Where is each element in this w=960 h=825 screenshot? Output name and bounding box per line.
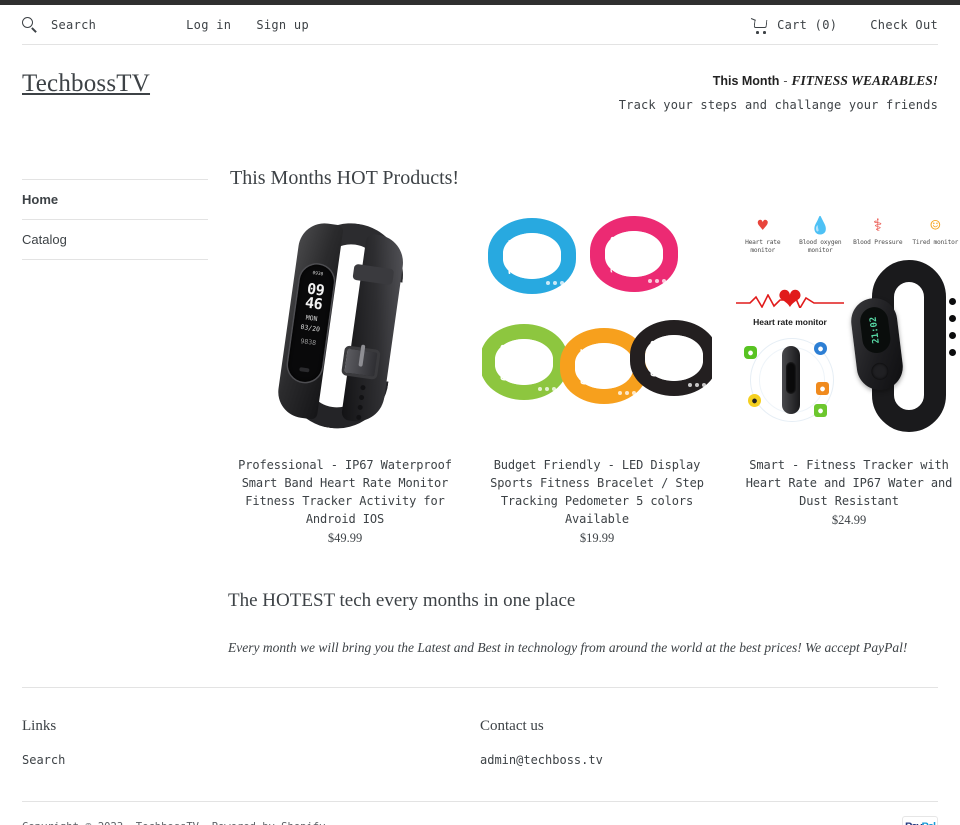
- search-link[interactable]: Search: [51, 18, 96, 32]
- feature-icon-row: ♥ Heart rate monitor 💧 Blood oxygen moni…: [734, 216, 960, 255]
- promo-dash: -: [783, 74, 788, 88]
- footer-contact-column: Contact us admin@techboss.tv: [480, 718, 938, 767]
- camera-app-icon: ●: [816, 381, 829, 395]
- features-infographic: ♥ Heart rate monitor 💧 Blood oxygen moni…: [734, 212, 960, 438]
- black-smart-band-illustration: 21:02: [848, 259, 960, 432]
- utility-bar-right: Cart (0) Check Out: [750, 5, 938, 44]
- bracelet-green: 09:22: [482, 323, 568, 400]
- feature-blood-oxygen-label: Blood oxygen monitor: [799, 238, 842, 254]
- bracelet-blue-display: 12:31: [506, 236, 520, 275]
- shopping-cart-icon[interactable]: [750, 17, 768, 34]
- ecg-label: Heart rate monitor: [753, 316, 827, 327]
- bracelet-pink-display: 23:52: [608, 234, 622, 273]
- sidebar-item-catalog[interactable]: Catalog: [22, 218, 208, 260]
- site-footer: Links Search Contact us admin@techboss.t…: [0, 688, 960, 767]
- footer-links-column: Links Search: [22, 718, 480, 767]
- promo-emphasis-text: FITNESS WEARABLES!: [791, 73, 938, 88]
- band-display: 21:02: [858, 305, 892, 355]
- product-card-2[interactable]: 12:31 23:52 09:22 05:55 08:22 Budget Fri…: [482, 211, 712, 546]
- feature-tired-monitor-label: Tired monitor: [912, 238, 959, 246]
- footer-contact-heading: Contact us: [480, 717, 544, 734]
- sidebar-item-home[interactable]: Home: [22, 178, 208, 219]
- blood-drop-icon: 💧: [809, 215, 831, 236]
- feature-blood-pressure: ⚕ Blood Pressure: [849, 216, 907, 255]
- main-column: This Months HOT Products! 0930 09 46 MON…: [208, 149, 960, 546]
- product-image-2[interactable]: 12:31 23:52 09:22 05:55 08:22: [482, 211, 712, 438]
- checkout-link[interactable]: Check Out: [870, 18, 938, 32]
- band-display-time: 21:02: [868, 315, 882, 344]
- app-connectivity-graphic: ● ● ● ● ●: [740, 332, 840, 430]
- site-logo[interactable]: TechbossTV: [22, 71, 150, 96]
- chat-app-icon: ●: [744, 345, 757, 359]
- richtext-section: The HOTEST tech every months in one plac…: [0, 546, 960, 656]
- band-touch-button: [870, 361, 890, 381]
- ecg-waveform-icon: [736, 293, 844, 308]
- product-title-3[interactable]: Smart - Fitness Tracker with Heart Rate …: [734, 456, 960, 510]
- product-price-2: $19.99: [579, 530, 615, 545]
- copyright-text: Copyright © 2023, TechbossTV. Powered by…: [22, 821, 325, 825]
- masthead: TechbossTV This Month - FITNESS WEARABLES!…: [0, 45, 960, 139]
- feature-blood-pressure-label: Blood Pressure: [853, 238, 903, 246]
- product-card-1[interactable]: 0930 09 46 MON 03/20 9838 Professional - …: [230, 211, 460, 546]
- product-title-2[interactable]: Budget Friendly - LED Display Sports Fit…: [482, 456, 712, 528]
- login-link[interactable]: Log in: [186, 18, 231, 32]
- smiley-face-icon: ☺: [930, 215, 941, 236]
- paypal-icon: PayPal: [902, 815, 938, 825]
- promo-strong-text: This Month: [712, 74, 780, 88]
- product-price-3: $24.99: [831, 512, 867, 527]
- product-price-1: $49.99: [327, 530, 363, 545]
- feature-heart-rate: ♥ Heart rate monitor: [734, 216, 792, 255]
- utility-bar-left: Search Log in Sign up: [22, 17, 309, 33]
- page-title: This Months HOT Products!: [230, 166, 460, 189]
- browser-app-icon: ●: [814, 341, 827, 355]
- paypal-label-pay: Pay: [905, 821, 923, 825]
- band-screen-status: 0930: [312, 270, 324, 277]
- feature-heart-rate-label: Heart rate monitor: [745, 238, 781, 254]
- ecg-heart-graphic: ❤ Heart rate monitor: [736, 276, 844, 327]
- utility-bar: Search Log in Sign up Cart (0) Check Out: [0, 5, 960, 44]
- product-grid: 0930 09 46 MON 03/20 9838 Professional - …: [230, 211, 960, 546]
- bracelet-black: 08:22: [630, 319, 712, 396]
- bracelet-green-display: 09:22: [498, 342, 512, 381]
- product-image-1[interactable]: 0930 09 46 MON 03/20 9838: [230, 211, 460, 438]
- product-title-1[interactable]: Professional - IP67 Waterproof Smart Ban…: [230, 456, 460, 528]
- mini-band-icon: [782, 345, 800, 414]
- signup-link[interactable]: Sign up: [256, 18, 309, 32]
- promo-subline: Track your steps and challange your frie…: [618, 97, 938, 112]
- bracelet-pink: 23:52: [590, 215, 678, 292]
- paypal-label-pal: Pal: [922, 821, 936, 825]
- black-fitness-band-illustration: 0930 09 46 MON 03/20 9838: [267, 216, 423, 435]
- message-app-icon: ●: [814, 403, 827, 417]
- content-area: Home Catalog This Months HOT Products! 0…: [0, 139, 960, 546]
- bracelet-black-display: 08:22: [648, 338, 662, 377]
- footer-links-heading: Links: [22, 717, 57, 734]
- search-icon[interactable]: [22, 17, 37, 33]
- band-screen-minute: 46: [303, 292, 324, 314]
- band-screen-steps: 9838: [299, 336, 317, 347]
- richtext-body: Every month we will bring you the Latest…: [228, 639, 908, 655]
- stethoscope-icon: ⚕: [872, 215, 883, 236]
- product-image-3[interactable]: ♥ Heart rate monitor 💧 Blood oxygen moni…: [734, 211, 960, 438]
- band-screen-button: [299, 366, 310, 372]
- feature-blood-oxygen: 💧 Blood oxygen monitor: [792, 216, 850, 255]
- product-card-3[interactable]: ♥ Heart rate monitor 💧 Blood oxygen moni…: [734, 211, 960, 546]
- penguin-app-icon: ●: [748, 393, 761, 407]
- copyright-row: Copyright © 2023, TechbossTV. Powered by…: [0, 802, 960, 825]
- promo-line-1: This Month - FITNESS WEARABLES!: [619, 71, 938, 92]
- footer-contact-email[interactable]: admin@techboss.tv: [480, 753, 938, 767]
- sidebar-nav: Home Catalog: [22, 149, 208, 546]
- bracelet-blue: 12:31: [488, 217, 576, 294]
- promo-banner: This Month - FITNESS WEARABLES! Track your…: [619, 71, 938, 115]
- cart-link[interactable]: Cart (0): [777, 18, 837, 32]
- band-screen-time: 09 46: [296, 279, 334, 314]
- richtext-title: The HOTEST tech every months in one plac…: [228, 589, 576, 611]
- bracelet-orange-display: 05:55: [578, 346, 592, 385]
- storefront-page: Search Log in Sign up Cart (0) Check Out…: [0, 0, 960, 825]
- color-bracelets-illustration: 12:31 23:52 09:22 05:55 08:22: [482, 212, 712, 438]
- heart-pulse-icon: ♥: [757, 215, 768, 236]
- feature-tired-monitor: ☺ Tired monitor: [907, 216, 960, 255]
- footer-link-search[interactable]: Search: [22, 753, 480, 767]
